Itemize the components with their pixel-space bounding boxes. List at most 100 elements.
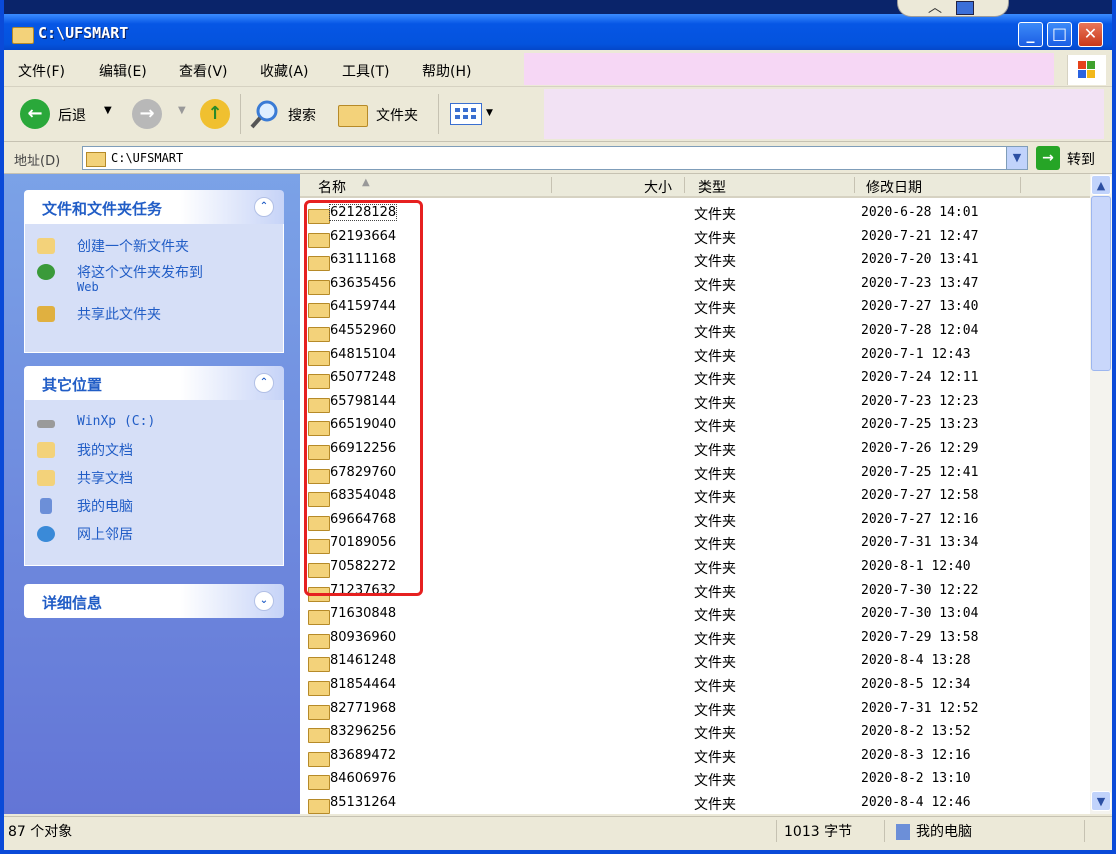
place-network[interactable]: 网上邻居 [25, 520, 283, 548]
file-name[interactable]: 83296256 [330, 724, 396, 739]
network-icon [37, 526, 55, 542]
task-label[interactable]: 共享此文件夹 [77, 304, 161, 324]
file-name[interactable]: 83689472 [330, 748, 396, 763]
file-row[interactable]: 82771968 文件夹 2020-7-31 12:52 [300, 698, 1090, 721]
folder-icon [308, 633, 330, 649]
task-new-folder[interactable]: 创建一个新文件夹 [25, 232, 283, 258]
view-toggle-tab[interactable]: ︿ [897, 0, 1009, 17]
file-type: 文件夹 [694, 207, 736, 223]
views-icon[interactable] [450, 103, 482, 125]
place-my-documents[interactable]: 我的文档 [25, 436, 283, 464]
file-row[interactable]: 71630848 文件夹 2020-7-30 13:04 [300, 603, 1090, 626]
file-tasks-panel: 文件和文件夹任务 ⌃ 创建一个新文件夹 将这个文件夹发布到 Web 共享此文件夹 [24, 190, 284, 353]
place-label[interactable]: 共享文档 [77, 468, 133, 488]
forward-arrow-icon[interactable]: → [132, 99, 162, 129]
up-folder-icon[interactable]: ↑ [200, 99, 230, 129]
task-share-folder[interactable]: 共享此文件夹 [25, 300, 283, 326]
file-row[interactable]: 84606976 文件夹 2020-8-2 13:10 [300, 768, 1090, 791]
column-separator[interactable] [684, 177, 685, 193]
back-dropdown-icon[interactable]: ▼ [104, 105, 112, 116]
file-row[interactable]: 81461248 文件夹 2020-8-4 13:28 [300, 650, 1090, 673]
file-type: 文件夹 [694, 325, 736, 341]
column-separator[interactable] [551, 177, 552, 193]
file-date: 2020-7-29 13:58 [861, 629, 979, 645]
menu-favorites[interactable]: 收藏(A) [260, 61, 309, 81]
address-label: 地址(D) [14, 154, 61, 169]
file-row[interactable]: 80936960 文件夹 2020-7-29 13:58 [300, 627, 1090, 650]
place-label[interactable]: 我的文档 [77, 440, 133, 460]
file-row[interactable]: 83689472 文件夹 2020-8-3 12:16 [300, 745, 1090, 768]
file-type: 文件夹 [694, 631, 736, 648]
folders-button-label[interactable]: 文件夹 [376, 105, 418, 125]
file-type: 文件夹 [694, 679, 736, 695]
file-name[interactable]: 81461248 [330, 653, 396, 668]
maximize-button[interactable]: □ [1047, 22, 1072, 47]
task-publish-web[interactable]: 将这个文件夹发布到 Web [25, 258, 283, 300]
file-row[interactable]: 81854464 文件夹 2020-8-5 12:34 [300, 674, 1090, 697]
column-size[interactable]: 大小 [644, 177, 672, 197]
column-separator[interactable] [854, 177, 855, 193]
back-button-label[interactable]: 后退 [58, 105, 86, 125]
task-label[interactable]: 创建一个新文件夹 [77, 236, 189, 256]
file-row[interactable]: 85131264 文件夹 2020-8-4 12:46 [300, 792, 1090, 814]
file-date: 2020-8-4 13:28 [861, 653, 971, 669]
menu-help[interactable]: 帮助(H) [422, 61, 471, 81]
back-arrow-icon[interactable]: ← [20, 99, 50, 129]
column-separator[interactable] [1020, 177, 1021, 193]
chevron-down-icon[interactable]: ▼ [1006, 147, 1027, 169]
search-icon[interactable] [249, 99, 281, 131]
views-dropdown-icon[interactable]: ▼ [486, 108, 493, 118]
column-date[interactable]: 修改日期 [866, 177, 922, 197]
task-label-continued[interactable]: Web [77, 280, 99, 294]
column-name[interactable]: 名称 [318, 177, 346, 197]
file-date: 2020-7-25 12:41 [861, 464, 979, 480]
place-label[interactable]: WinXp (C:) [77, 414, 155, 429]
close-button[interactable]: ✕ [1078, 22, 1103, 47]
file-name[interactable]: 84606976 [330, 771, 396, 786]
new-folder-icon [37, 238, 55, 254]
sort-ascending-icon: ▲ [362, 177, 370, 188]
menu-edit[interactable]: 编辑(E) [99, 61, 147, 81]
panel-header[interactable]: 文件和文件夹任务 ⌃ [24, 190, 284, 224]
menu-view[interactable]: 查看(V) [179, 61, 228, 81]
file-name[interactable]: 82771968 [330, 701, 396, 716]
panel-header[interactable]: 详细信息 ⌄ [24, 584, 284, 618]
folder-icon [86, 152, 106, 167]
place-my-computer[interactable]: 我的电脑 [25, 492, 283, 520]
place-label[interactable]: 我的电脑 [77, 496, 133, 516]
file-date: 2020-7-31 12:52 [861, 700, 979, 716]
scroll-thumb[interactable] [1091, 196, 1111, 371]
column-type[interactable]: 类型 [698, 177, 726, 197]
title-bar[interactable]: ︿ C:\UFSMART _ □ ✕ [4, 0, 1112, 50]
go-button-label[interactable]: 转到 [1067, 149, 1095, 169]
forward-dropdown-icon[interactable]: ▼ [178, 105, 186, 116]
go-arrow-icon[interactable]: → [1036, 146, 1060, 170]
menu-file[interactable]: 文件(F) [18, 61, 65, 81]
place-label[interactable]: 网上邻居 [77, 524, 133, 544]
vertical-scrollbar[interactable]: ▲ ▼ [1090, 174, 1112, 814]
address-input[interactable]: C:\UFSMART ▼ [82, 146, 1028, 170]
file-type: 文件夹 [694, 584, 736, 601]
file-row[interactable]: 83296256 文件夹 2020-8-2 13:52 [300, 721, 1090, 744]
file-name[interactable]: 85131264 [330, 795, 396, 810]
file-name[interactable]: 71630848 [330, 606, 396, 621]
status-separator [1084, 820, 1085, 842]
file-name[interactable]: 80936960 [330, 630, 396, 645]
menu-tools[interactable]: 工具(T) [342, 61, 389, 81]
place-drive-c[interactable]: WinXp (C:) [25, 410, 283, 436]
file-type: 文件夹 [694, 254, 736, 271]
windows-logo [1067, 55, 1106, 85]
folders-icon[interactable] [338, 105, 368, 127]
collapse-icon[interactable]: ⌃ [254, 197, 274, 217]
expand-icon[interactable]: ⌄ [254, 591, 274, 611]
place-shared-documents[interactable]: 共享文档 [25, 464, 283, 492]
task-label[interactable]: 将这个文件夹发布到 [77, 262, 203, 282]
scroll-up-icon[interactable]: ▲ [1091, 175, 1111, 195]
file-name[interactable]: 81854464 [330, 677, 396, 692]
panel-header[interactable]: 其它位置 ⌃ [24, 366, 284, 400]
scroll-down-icon[interactable]: ▼ [1091, 791, 1111, 811]
minimize-button[interactable]: _ [1018, 22, 1043, 47]
search-button-label[interactable]: 搜索 [288, 105, 316, 125]
file-date: 2020-7-24 12:11 [861, 370, 979, 386]
collapse-icon[interactable]: ⌃ [254, 373, 274, 393]
